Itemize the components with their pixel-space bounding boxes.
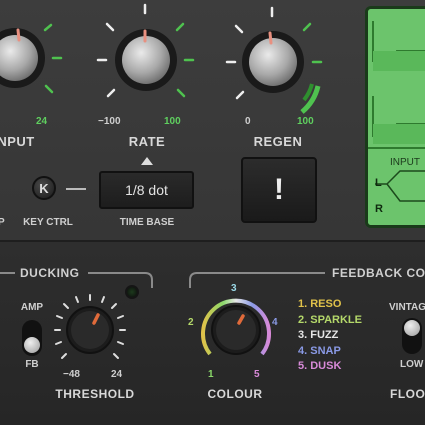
colour-scale-1: 1 (208, 369, 214, 380)
floor-label: FLOO (390, 387, 425, 401)
screen-right-label: R (375, 203, 383, 215)
threshold-label: THRESHOLD (55, 387, 135, 401)
feedback-title: FEEDBACK CO (332, 266, 425, 280)
mode-item-fuzz: 3. FUZZ (298, 329, 339, 341)
partial-left-label: P (0, 217, 5, 228)
regen-knob[interactable] (218, 0, 333, 125)
rate-min-label: −100 (98, 116, 121, 127)
colour-scale-5: 5 (254, 369, 260, 380)
time-base-display[interactable]: 1/8 dot (99, 171, 194, 209)
threshold-min-label: −48 (63, 369, 80, 380)
colour-mode-list: 1. RESO 2. SPARKLE 3. FUZZ 4. SNAP 5. DU… (298, 297, 362, 375)
colour-scale-3: 3 (231, 283, 237, 294)
regen-label: REGEN (253, 134, 303, 149)
trigger-button[interactable]: ! (241, 157, 317, 223)
colour-scale-2: 2 (188, 317, 194, 328)
key-ctrl-button[interactable]: K (32, 176, 56, 200)
input-label: INPUT (0, 134, 35, 149)
low-label: LOW (400, 359, 424, 370)
amp-fb-toggle[interactable] (22, 320, 42, 356)
visualizer-screen: INPUT L R (365, 6, 425, 228)
mode-item-dusk: 5. DUSK (298, 360, 342, 372)
rate-sync-arrow-icon (141, 157, 153, 165)
floor-toggle[interactable] (402, 318, 422, 354)
mode-item-sparkle: 2. SPARKLE (298, 313, 362, 326)
colour-knob[interactable] (196, 290, 276, 370)
amp-label: AMP (20, 302, 44, 313)
rate-max-label: 100 (164, 116, 181, 127)
mode-item-snap: 4. SNAP (298, 344, 341, 357)
rate-knob[interactable] (91, 0, 201, 120)
key-ctrl-divider (66, 188, 86, 190)
screen-input-label: INPUT (390, 157, 420, 168)
colour-scale-4: 4 (272, 317, 278, 328)
colour-label: COLOUR (207, 387, 263, 401)
plugin-panel: 24 INPUT −100 100 RATE (0, 0, 425, 425)
waveform-display (368, 9, 425, 225)
screen-left-label: L (375, 177, 382, 189)
ducking-title: DUCKING (20, 266, 80, 280)
regen-min-label: 0 (245, 116, 251, 127)
vintage-label: VINTAG (389, 302, 425, 313)
mode-item-reso: 1. RESO (298, 298, 342, 310)
input-max-label: 24 (36, 116, 48, 127)
input-knob[interactable] (0, 0, 70, 120)
regen-max-label: 100 (297, 116, 314, 127)
threshold-knob[interactable] (52, 292, 132, 372)
threshold-max-label: 24 (111, 369, 123, 380)
key-ctrl-label: KEY CTRL (23, 217, 73, 228)
fb-label: FB (25, 359, 39, 370)
time-base-label: TIME BASE (119, 217, 175, 228)
rate-label: RATE (128, 134, 166, 149)
